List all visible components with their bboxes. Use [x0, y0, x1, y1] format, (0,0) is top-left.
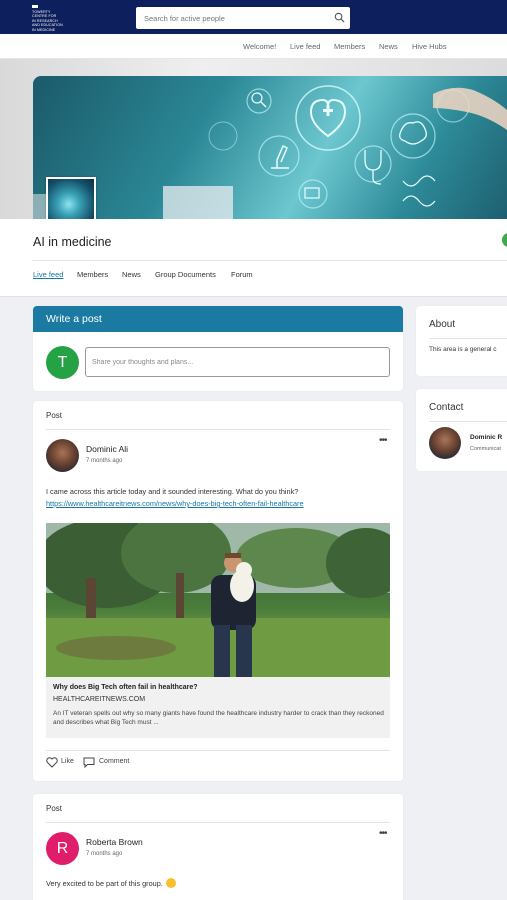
post-link[interactable]: https://www.healthcareitnews.com/news/wh… — [46, 499, 304, 508]
logo-line: AND EDUCATION — [32, 23, 63, 28]
group-header: AI in medicine Live feed Members News Gr… — [0, 219, 507, 297]
preview-description: An IT veteran spells out why so many gia… — [53, 710, 384, 726]
contact-role: Communicat — [470, 446, 501, 452]
join-indicator[interactable] — [502, 233, 507, 247]
smile-emoji-icon — [165, 878, 176, 888]
about-title: About — [429, 319, 456, 330]
like-label: Like — [61, 758, 74, 765]
post-timestamp: 7 months ago — [86, 851, 123, 857]
divider — [46, 429, 390, 430]
nav-news[interactable]: News — [379, 42, 398, 51]
post-text-row: Very excited to be part of this group. — [46, 878, 176, 888]
logo-line: IN MEDICINE — [32, 27, 56, 32]
nav-live-feed[interactable]: Live feed — [290, 42, 320, 51]
write-post-card: Write a post T — [33, 306, 403, 391]
tab-live-feed[interactable]: Live feed — [33, 270, 63, 279]
user-avatar: T — [46, 346, 79, 379]
nav-members[interactable]: Members — [334, 42, 365, 51]
about-card: About This area is a general c — [416, 306, 507, 376]
post-text: Very excited to be part of this group. — [46, 879, 163, 888]
search-box — [136, 7, 350, 29]
top-nav: Welcome! Live feed Members News Hive Hub… — [0, 34, 507, 59]
nav-welcome[interactable]: Welcome! — [243, 42, 276, 51]
comment-icon — [83, 757, 95, 768]
post-card: Post Dominic Ali 7 months ago ••• I came… — [33, 401, 403, 781]
logo[interactable]: TOWERTY CENTRE FOR IN RESEARCH AND EDUCA… — [32, 5, 80, 32]
more-options-icon[interactable]: ••• — [379, 828, 387, 839]
divider — [429, 338, 507, 339]
man-holding-puppy-photo — [46, 523, 390, 677]
post-composer-input[interactable] — [85, 347, 390, 377]
tab-members[interactable]: Members — [77, 270, 108, 279]
post-label: Post — [46, 804, 63, 813]
divider — [33, 260, 507, 261]
divider — [429, 421, 507, 422]
post-label: Post — [46, 411, 63, 420]
author-avatar[interactable] — [46, 439, 79, 472]
logo-mark — [32, 5, 38, 8]
contact-name[interactable]: Dominic R — [470, 434, 502, 441]
preview-domain: HEALTHCAREITNEWS.COM — [53, 696, 146, 703]
author-name[interactable]: Dominic Ali — [86, 444, 128, 454]
more-options-icon[interactable]: ••• — [379, 435, 387, 446]
divider — [46, 822, 390, 823]
divider — [46, 750, 390, 751]
author-name[interactable]: Roberta Brown — [86, 837, 143, 847]
nav-hive-hubs[interactable]: Hive Hubs — [412, 42, 447, 51]
group-title: AI in medicine — [33, 235, 112, 249]
comment-label: Comment — [99, 758, 130, 765]
tab-forum[interactable]: Forum — [231, 270, 253, 279]
preview-title: Why does Big Tech often fail in healthca… — [53, 684, 198, 691]
author-avatar[interactable]: R — [46, 832, 79, 865]
post-text: I came across this article today and it … — [46, 487, 299, 496]
post-timestamp: 7 months ago — [86, 458, 123, 464]
tab-news[interactable]: News — [122, 270, 141, 279]
write-post-heading: Write a post — [33, 306, 403, 332]
search-input[interactable] — [136, 7, 326, 29]
post-card: Post R Roberta Brown 7 months ago ••• Ve… — [33, 794, 403, 900]
medical-icons-illustration — [33, 85, 507, 219]
contact-title: Contact — [429, 402, 464, 413]
heart-icon — [46, 757, 58, 768]
search-icon[interactable] — [334, 12, 345, 23]
link-preview[interactable]: Why does Big Tech often fail in healthca… — [46, 523, 390, 738]
preview-image — [46, 523, 390, 677]
contact-avatar[interactable] — [429, 427, 461, 459]
contact-card: Contact Dominic R Communicat — [416, 389, 507, 471]
tab-group-documents[interactable]: Group Documents — [155, 270, 216, 279]
group-cover-image — [33, 76, 507, 219]
top-bar: TOWERTY CENTRE FOR IN RESEARCH AND EDUCA… — [0, 0, 507, 34]
about-text: This area is a general c — [429, 346, 497, 353]
